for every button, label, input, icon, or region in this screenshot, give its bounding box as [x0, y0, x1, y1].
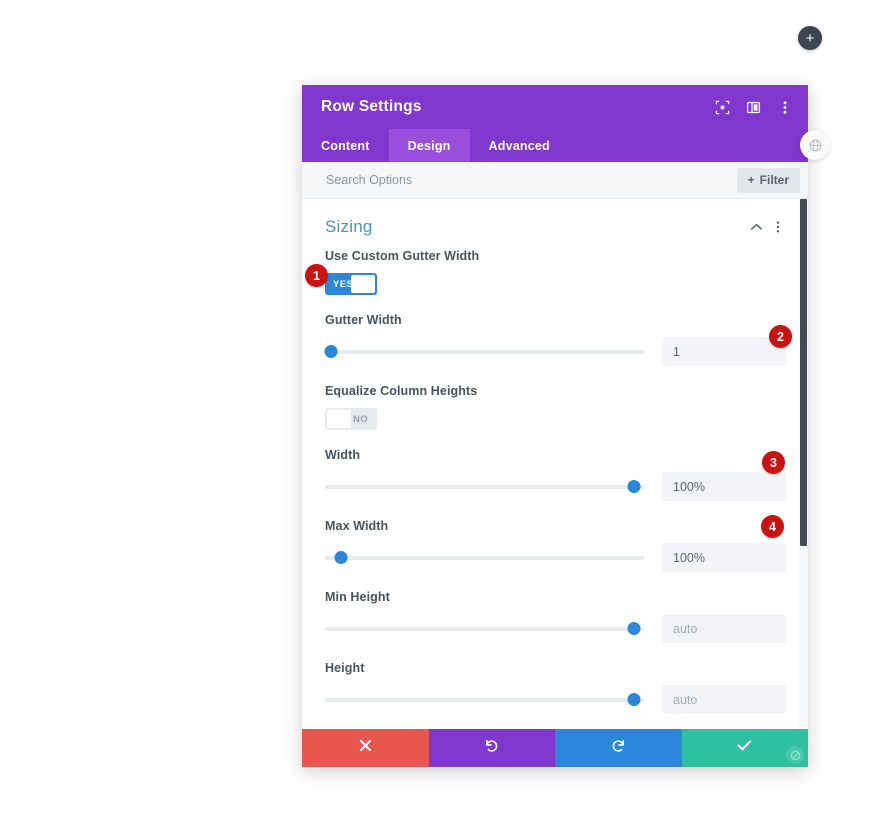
slider-max-width[interactable] — [325, 548, 644, 568]
more-options-icon[interactable] — [777, 100, 792, 115]
slider-min-height[interactable] — [325, 619, 644, 639]
settings-body: Sizing Use Custom Gutter Width YES Gutte… — [302, 199, 808, 729]
filter-button-label: Filter — [759, 173, 789, 187]
search-bar: + Filter — [302, 162, 808, 199]
value-input-min-height[interactable]: auto — [662, 614, 786, 643]
modal-action-bar — [302, 729, 808, 767]
plus-icon: + — [805, 29, 815, 47]
section-header-sizing: Sizing — [325, 199, 786, 249]
tab-content[interactable]: Content — [302, 129, 389, 162]
toggle-state-label: NO — [352, 413, 368, 425]
field-row: 100% — [325, 472, 786, 501]
redo-button[interactable] — [555, 729, 682, 767]
field-label: Gutter Width — [325, 313, 402, 327]
field-equalize-column-heights: Equalize Column Heights NO — [325, 384, 786, 448]
slider-width[interactable] — [325, 477, 644, 497]
toggle-use-custom-gutter-width[interactable]: YES — [325, 273, 377, 295]
field-row: 1 — [324, 337, 786, 366]
slider-knob[interactable] — [627, 622, 641, 635]
add-section-button[interactable]: + — [798, 26, 822, 50]
field-label: Equalize Column Heights — [325, 384, 478, 398]
slider-track — [325, 349, 644, 354]
slider-knob[interactable] — [627, 693, 641, 706]
tab-design[interactable]: Design — [388, 129, 470, 162]
field-label: Max Width — [325, 519, 389, 533]
slider-track — [325, 626, 644, 631]
scrollbar-thumb[interactable] — [800, 199, 807, 546]
callout-badge-4: 4 — [761, 515, 784, 538]
field-row: auto — [325, 614, 786, 643]
value-input-width[interactable]: 100% — [662, 472, 786, 501]
field-row: NO — [325, 408, 786, 430]
close-x-icon — [359, 739, 372, 757]
section-title: Sizing — [325, 217, 373, 236]
modal-tab-bar: Content Design Advanced — [302, 129, 830, 162]
toggle-equalize-column-heights[interactable]: NO — [325, 408, 377, 430]
focus-target-icon[interactable] — [715, 100, 730, 115]
slider-track — [325, 697, 644, 702]
slider-height[interactable] — [325, 690, 644, 710]
plus-icon: + — [747, 173, 755, 187]
field-label: Width — [325, 448, 361, 462]
row-settings-modal: Row Settings Content Design Advanced Sea… — [302, 85, 830, 767]
callout-badge-1: 1 — [305, 264, 328, 287]
callout-badge-3: 3 — [762, 451, 785, 474]
callout-badge-2: 2 — [769, 325, 792, 348]
field-row: auto — [325, 685, 786, 714]
redo-arrow-icon — [611, 738, 626, 758]
modal-header: Row Settings — [302, 85, 808, 129]
slider-track — [325, 555, 644, 560]
checkmark-icon — [737, 739, 752, 757]
filter-button[interactable]: + Filter — [736, 167, 800, 193]
field-use-custom-gutter-width: Use Custom Gutter Width YES — [325, 249, 786, 313]
header-icon-group — [715, 100, 792, 115]
layout-columns-icon[interactable] — [746, 100, 761, 115]
slider-knob[interactable] — [324, 345, 338, 358]
search-input[interactable] — [324, 172, 737, 188]
resize-grip-icon[interactable] — [786, 746, 804, 764]
chevron-up-icon[interactable] — [748, 223, 764, 232]
toggle-state-label: YES — [333, 278, 354, 290]
value-input-max-width[interactable]: 100% — [662, 543, 786, 572]
field-min-height: Min Height auto — [325, 590, 786, 661]
slider-gutter-width[interactable] — [324, 342, 644, 362]
page-title: Row Settings — [321, 98, 422, 115]
field-label: Use Custom Gutter Width — [325, 249, 480, 263]
value-input-gutter-width[interactable]: 1 — [662, 337, 786, 366]
field-height: Height auto — [325, 661, 786, 729]
value-input-height[interactable]: auto — [662, 685, 786, 714]
toggle-knob — [327, 410, 351, 428]
field-gutter-width: Gutter Width 1 — [324, 313, 786, 384]
cancel-button[interactable] — [302, 729, 429, 767]
globe-icon[interactable] — [800, 130, 830, 160]
slider-track — [325, 484, 644, 489]
slider-knob[interactable] — [627, 480, 641, 493]
more-options-icon[interactable] — [770, 220, 786, 234]
field-label: Height — [325, 661, 365, 675]
field-row: YES — [325, 273, 786, 295]
field-row: 100% — [325, 543, 786, 572]
undo-button[interactable] — [428, 729, 555, 767]
panel-scrollbar[interactable] — [799, 199, 808, 729]
settings-scroll-area: Sizing Use Custom Gutter Width YES Gutte… — [302, 199, 808, 729]
toggle-knob — [351, 275, 375, 293]
field-width: Width 100% — [325, 448, 786, 519]
field-max-width: Max Width 100% — [325, 519, 786, 590]
slider-knob[interactable] — [334, 551, 348, 564]
undo-arrow-icon — [484, 738, 499, 758]
tab-advanced[interactable]: Advanced — [470, 129, 569, 162]
field-label: Min Height — [325, 590, 390, 604]
